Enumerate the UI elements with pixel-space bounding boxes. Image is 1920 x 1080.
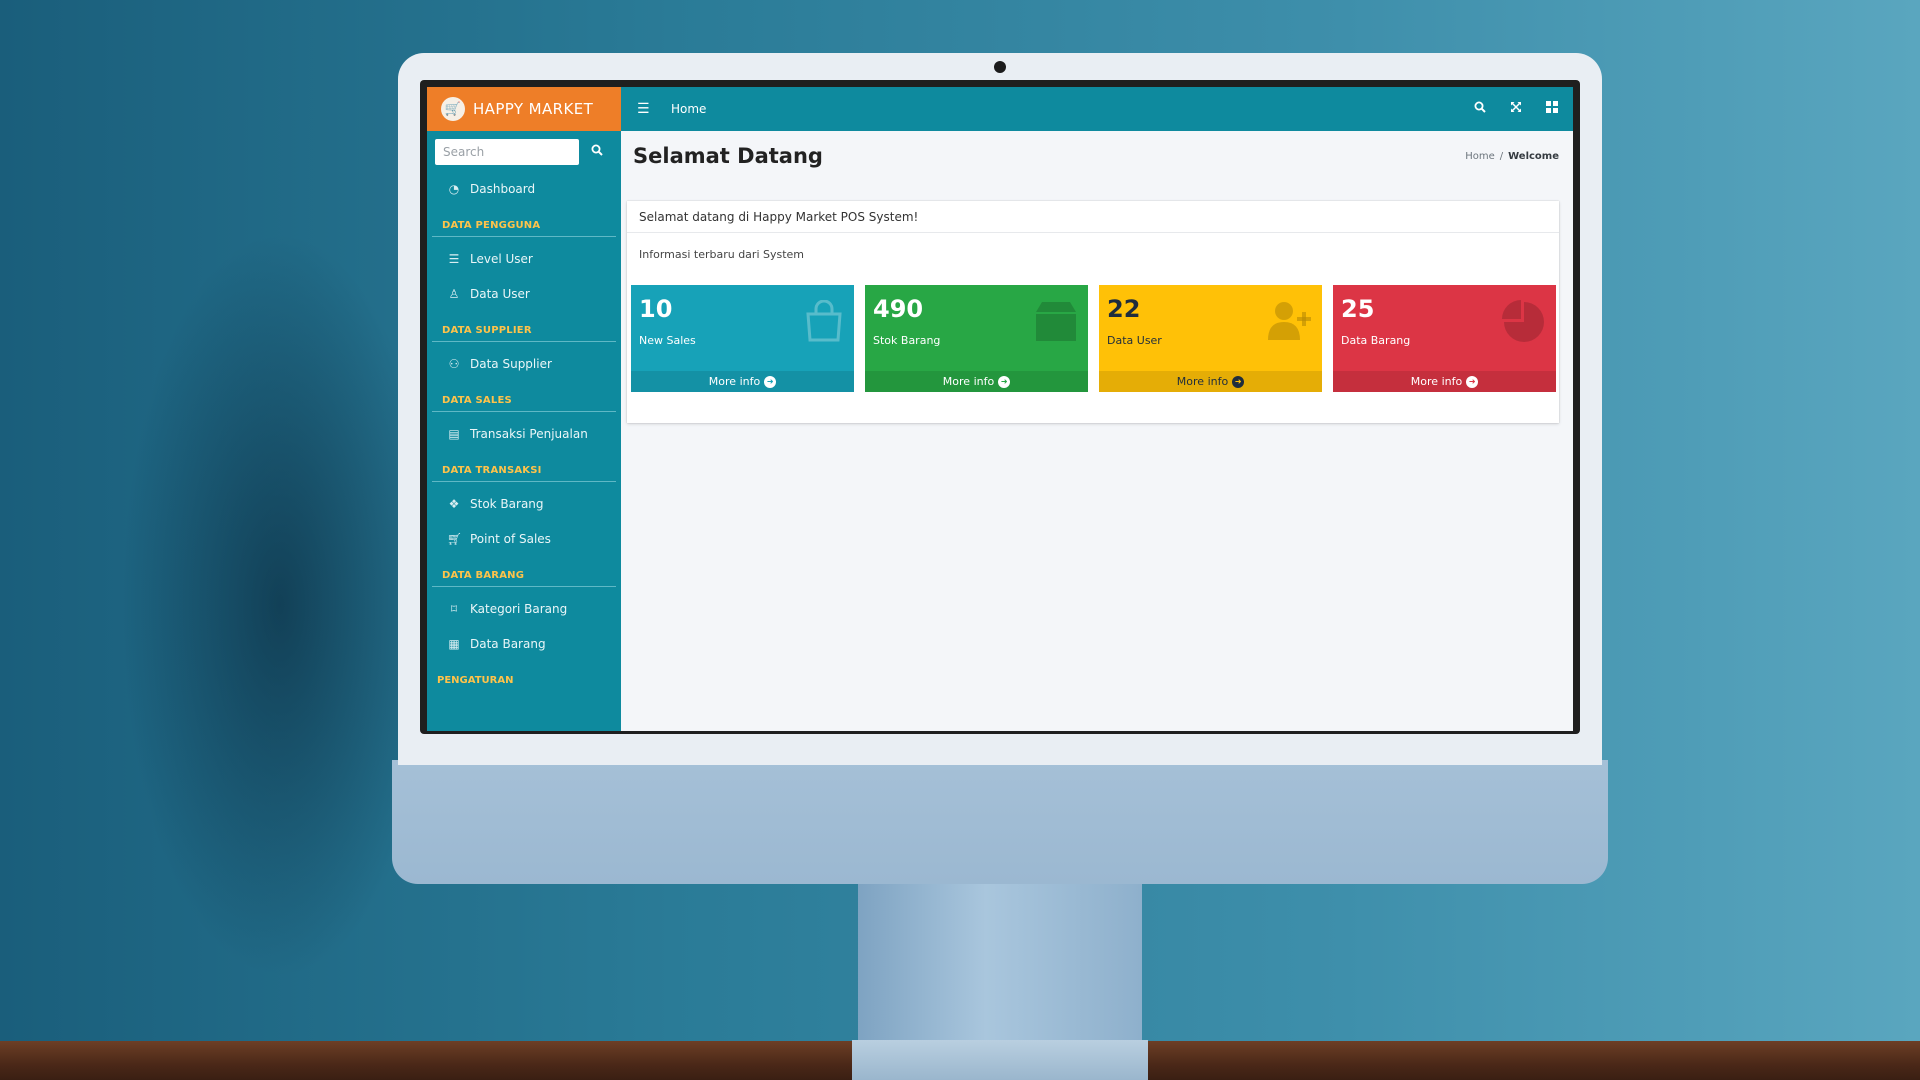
welcome-card: Selamat datang di Happy Market POS Syste…: [627, 201, 1559, 423]
breadcrumb: Home / Welcome: [1465, 151, 1559, 162]
search-icon[interactable]: [587, 144, 607, 160]
sidebar-header-pengaturan: PENGATURAN: [437, 675, 514, 686]
breadcrumb-home-link[interactable]: Home: [1465, 151, 1495, 162]
sidebar-item-label: Dashboard: [470, 181, 536, 196]
more-info-link[interactable]: More info ➜: [1099, 371, 1322, 392]
sidebar-search: [427, 131, 621, 171]
card-subtitle: Informasi terbaru dari System: [639, 248, 805, 261]
small-box-data-user: 22 Data User More info ➜: [1099, 285, 1322, 392]
main-content: Selamat Datang Home / Welcome Selamat da…: [621, 131, 1573, 731]
sidebar-item-label: Data User: [470, 286, 530, 301]
layers-icon: ☰: [448, 251, 460, 266]
box-value: 490: [873, 295, 924, 323]
brand-logo-icon: 🛒: [441, 97, 465, 121]
top-navbar: ☰ Home: [621, 87, 1573, 131]
sidebar-item-data-user[interactable]: ♙ Data User: [427, 276, 621, 311]
navbar-right-icons: [1473, 101, 1559, 117]
sidebar-item-label: Level User: [470, 251, 533, 266]
box-label: Data Barang: [1341, 334, 1411, 347]
expand-icon[interactable]: [1509, 101, 1523, 117]
sidebar-search-input[interactable]: [435, 139, 579, 165]
sidebar-item-data-supplier[interactable]: ⚇ Data Supplier: [427, 346, 621, 381]
box-label: New Sales: [639, 334, 696, 347]
sidebar-item-label: Stok Barang: [470, 496, 544, 511]
arrow-circle-right-icon: ➜: [1232, 375, 1245, 388]
sidebar: 🛒 HAPPY MARKET ◔ Dashboard DATA PENGGUNA…: [427, 87, 621, 731]
box-icon: [1034, 300, 1078, 349]
sidebar-header-data-barang: DATA BARANG: [432, 556, 616, 587]
card-header: Selamat datang di Happy Market POS Syste…: [627, 201, 1559, 233]
more-info-label: More info: [942, 375, 995, 388]
users-icon: ⚇: [448, 356, 460, 371]
small-box-new-sales: 10 New Sales More info ➜: [631, 285, 854, 392]
monitor-stand-base: [852, 1040, 1148, 1080]
webcam: [994, 61, 1006, 73]
sidebar-item-point-of-sales[interactable]: 🛒︎ Point of Sales: [427, 521, 621, 556]
hamburger-menu-icon[interactable]: ☰: [637, 101, 655, 117]
breadcrumb-current: Welcome: [1508, 151, 1559, 162]
user-plus-icon: [1266, 300, 1312, 347]
arrow-circle-right-icon: ➜: [998, 375, 1011, 388]
nav-home-link[interactable]: Home: [671, 102, 706, 116]
sidebar-item-dashboard[interactable]: ◔ Dashboard: [427, 171, 621, 206]
cash-register-icon: ▤: [448, 426, 460, 441]
sidebar-header-data-sales: DATA SALES: [432, 381, 616, 412]
sidebar-item-label: Point of Sales: [470, 531, 551, 546]
search-icon[interactable]: [1473, 101, 1487, 117]
page-title: Selamat Datang: [633, 144, 823, 168]
small-box-data-barang: 25 Data Barang More info ➜: [1333, 285, 1556, 392]
dashboard-gauge-icon: ◔: [448, 181, 460, 196]
info-boxes: 10 New Sales More info ➜ 490 Stok Barang: [631, 285, 1556, 392]
list-icon: ▦: [448, 636, 460, 651]
brand-link[interactable]: 🛒 HAPPY MARKET: [427, 87, 621, 131]
brand-name: HAPPY MARKET: [473, 100, 594, 118]
sidebar-item-transaksi-penjualan[interactable]: ▤ Transaksi Penjualan: [427, 416, 621, 451]
breadcrumb-separator: /: [1499, 151, 1504, 162]
sidebar-item-label: Data Barang: [470, 636, 546, 651]
more-info-label: More info: [1176, 375, 1229, 388]
box-value: 10: [639, 295, 673, 323]
sidebar-item-level-user[interactable]: ☰ Level User: [427, 241, 621, 276]
box-label: Data User: [1107, 334, 1162, 347]
sidebar-item-stok-barang[interactable]: ❖ Stok Barang: [427, 486, 621, 521]
sidebar-item-label: Data Supplier: [470, 356, 552, 371]
sidebar-item-kategori-barang[interactable]: ⌑ Kategori Barang: [427, 591, 621, 626]
sidebar-item-label: Kategori Barang: [470, 601, 568, 616]
shopping-bag-icon: [804, 299, 844, 349]
box-value: 25: [1341, 295, 1375, 323]
pie-chart-icon: [1502, 300, 1546, 351]
box-label: Stok Barang: [873, 334, 941, 347]
more-info-label: More info: [1410, 375, 1463, 388]
monitor-stand: [858, 882, 1142, 1050]
arrow-circle-right-icon: ➜: [1466, 375, 1479, 388]
bookmark-icon: ⌑: [450, 601, 458, 616]
cubes-icon: ❖: [448, 496, 460, 511]
sidebar-header-data-pengguna: DATA PENGGUNA: [432, 206, 616, 237]
more-info-link[interactable]: More info ➜: [631, 371, 854, 392]
sidebar-header-data-supplier: DATA SUPPLIER: [432, 311, 616, 342]
small-box-stok-barang: 490 Stok Barang More info ➜: [865, 285, 1088, 392]
box-value: 22: [1107, 295, 1141, 323]
desktop-photo-scene: 🛒 HAPPY MARKET ◔ Dashboard DATA PENGGUNA…: [0, 0, 1920, 1080]
more-info-link[interactable]: More info ➜: [865, 371, 1088, 392]
monitor-shadow: [120, 230, 440, 980]
monitor-screen: 🛒 HAPPY MARKET ◔ Dashboard DATA PENGGUNA…: [427, 87, 1573, 731]
grid-icon[interactable]: [1545, 101, 1559, 117]
user-icon: ♙: [448, 286, 460, 301]
arrow-circle-right-icon: ➜: [764, 375, 777, 388]
more-info-label: More info: [708, 375, 761, 388]
more-info-link[interactable]: More info ➜: [1333, 371, 1556, 392]
sidebar-item-data-barang[interactable]: ▦ Data Barang: [427, 626, 621, 661]
sidebar-header-data-transaksi: DATA TRANSAKSI: [432, 451, 616, 482]
cart-icon: 🛒︎: [447, 531, 463, 546]
monitor-chin: [392, 760, 1608, 884]
sidebar-item-label: Transaksi Penjualan: [470, 426, 588, 441]
